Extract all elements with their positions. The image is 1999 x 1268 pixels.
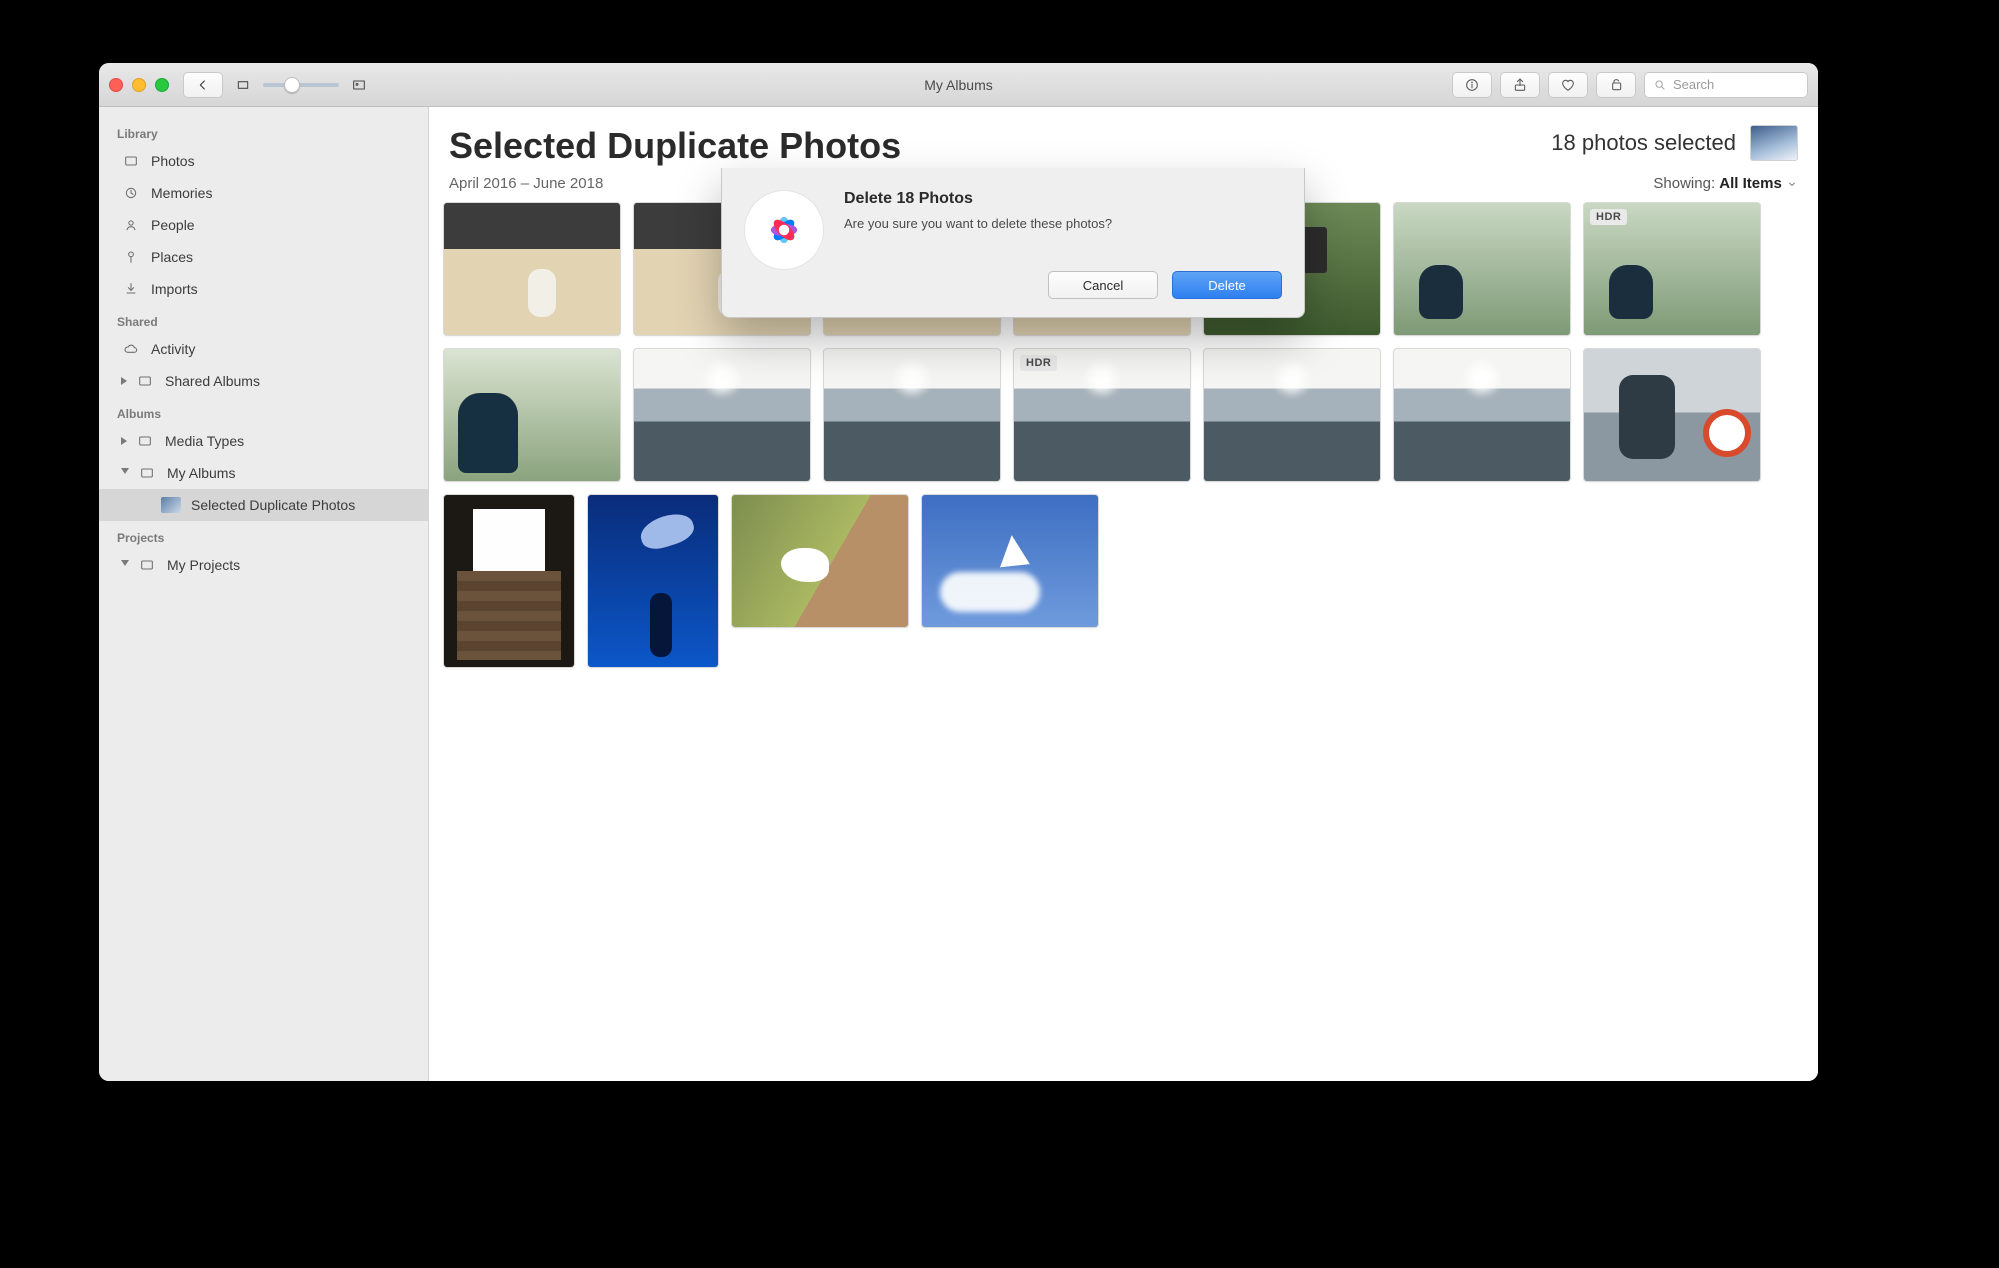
memories-icon [123,185,139,201]
search-placeholder: Search [1673,77,1714,92]
zoom-slider[interactable] [263,83,339,87]
sidebar-heading-projects: Projects [99,521,428,549]
showing-filter[interactable]: Showing: All Items [1653,175,1798,192]
grid-small-icon [235,77,251,93]
sidebar-item-label: Activity [151,341,195,357]
people-icon [123,217,139,233]
album-thumbnail-icon [161,497,181,513]
share-button[interactable] [1500,72,1540,98]
photo-thumbnail[interactable] [731,494,909,628]
sidebar-item-label: Selected Duplicate Photos [191,497,355,513]
titlebar: My Albums Search [99,63,1818,107]
sidebar-item-memories[interactable]: Memories [99,177,428,209]
chevron-down-icon [1786,178,1798,190]
back-button[interactable] [183,72,223,98]
sidebar-item-label: Media Types [165,433,244,449]
heart-icon [1560,77,1576,93]
disclosure-triangle-icon[interactable] [121,468,129,478]
sidebar-heading-albums: Albums [99,397,428,425]
sidebar-item-media-types[interactable]: Media Types [99,425,428,457]
window-controls [109,78,169,92]
sidebar-item-label: People [151,217,195,233]
photo-grid: HDR HDR [429,202,1818,1081]
photos-app-icon [744,190,824,270]
photo-thumbnail[interactable] [1583,348,1761,482]
pin-icon [123,249,139,265]
sidebar-item-people[interactable]: People [99,209,428,241]
search-field[interactable]: Search [1644,72,1808,98]
photo-thumbnail[interactable] [443,494,575,668]
photos-icon [123,153,139,169]
sidebar-item-my-projects[interactable]: My Projects [99,549,428,581]
disclosure-triangle-icon[interactable] [121,377,127,385]
showing-value: All Items [1719,175,1782,192]
photo-thumbnail[interactable] [633,348,811,482]
album-icon [139,465,155,481]
thumbnail-size-control[interactable] [235,77,367,93]
sidebar-item-photos[interactable]: Photos [99,145,428,177]
delete-button[interactable]: Delete [1172,271,1282,299]
photo-thumbnail[interactable] [1203,348,1381,482]
sidebar-item-label: Imports [151,281,198,297]
download-icon [123,281,139,297]
photo-thumbnail[interactable] [921,494,1099,628]
info-icon [1464,77,1480,93]
favorite-button[interactable] [1548,72,1588,98]
showing-label: Showing: [1653,175,1715,192]
sidebar-item-label: My Projects [167,557,240,573]
album-icon [137,433,153,449]
hdr-badge: HDR [1590,209,1627,225]
album-icon [139,557,155,573]
cloud-icon [123,341,139,357]
sidebar-item-activity[interactable]: Activity [99,333,428,365]
sidebar-heading-shared: Shared [99,305,428,333]
photo-thumbnail[interactable]: HDR [1583,202,1761,336]
info-button[interactable] [1452,72,1492,98]
window-close-button[interactable] [109,78,123,92]
photo-thumbnail[interactable] [587,494,719,668]
rotate-icon [1608,77,1624,93]
sidebar-item-label: Places [151,249,193,265]
album-icon [137,373,153,389]
selection-count-label: 18 photos selected [1551,130,1736,156]
disclosure-triangle-icon[interactable] [121,437,127,445]
sidebar-item-imports[interactable]: Imports [99,273,428,305]
sidebar-item-label: My Albums [167,465,235,481]
photo-thumbnail[interactable]: HDR [1013,348,1191,482]
search-icon [1653,78,1667,92]
sidebar-item-selected-duplicate-photos[interactable]: Selected Duplicate Photos [99,489,428,521]
delete-confirmation-dialog: Delete 18 Photos Are you sure you want t… [721,168,1305,318]
chevron-left-icon [195,77,211,93]
sidebar-item-places[interactable]: Places [99,241,428,273]
photo-thumbnail[interactable] [1393,348,1571,482]
sidebar-item-label: Photos [151,153,195,169]
rotate-button[interactable] [1596,72,1636,98]
sidebar-item-label: Shared Albums [165,373,260,389]
share-icon [1512,77,1528,93]
sidebar-item-shared-albums[interactable]: Shared Albums [99,365,428,397]
page-title: Selected Duplicate Photos [449,125,901,167]
sidebar-heading-library: Library [99,117,428,145]
date-range-label: April 2016 – June 2018 [449,175,603,192]
photo-thumbnail[interactable] [1393,202,1571,336]
cancel-button[interactable]: Cancel [1048,271,1158,299]
dialog-title: Delete 18 Photos [844,190,1282,208]
grid-large-icon [351,77,367,93]
hdr-badge: HDR [1020,355,1057,371]
sidebar: Library Photos Memories People Places Im… [99,107,429,1081]
photo-thumbnail[interactable] [823,348,1001,482]
photo-thumbnail[interactable] [443,202,621,336]
dialog-message: Are you sure you want to delete these ph… [844,216,1282,231]
album-key-photo[interactable] [1750,125,1798,161]
window-zoom-button[interactable] [155,78,169,92]
window-minimize-button[interactable] [132,78,146,92]
disclosure-triangle-icon[interactable] [121,560,129,570]
sidebar-item-label: Memories [151,185,212,201]
photo-thumbnail[interactable] [443,348,621,482]
sidebar-item-my-albums[interactable]: My Albums [99,457,428,489]
